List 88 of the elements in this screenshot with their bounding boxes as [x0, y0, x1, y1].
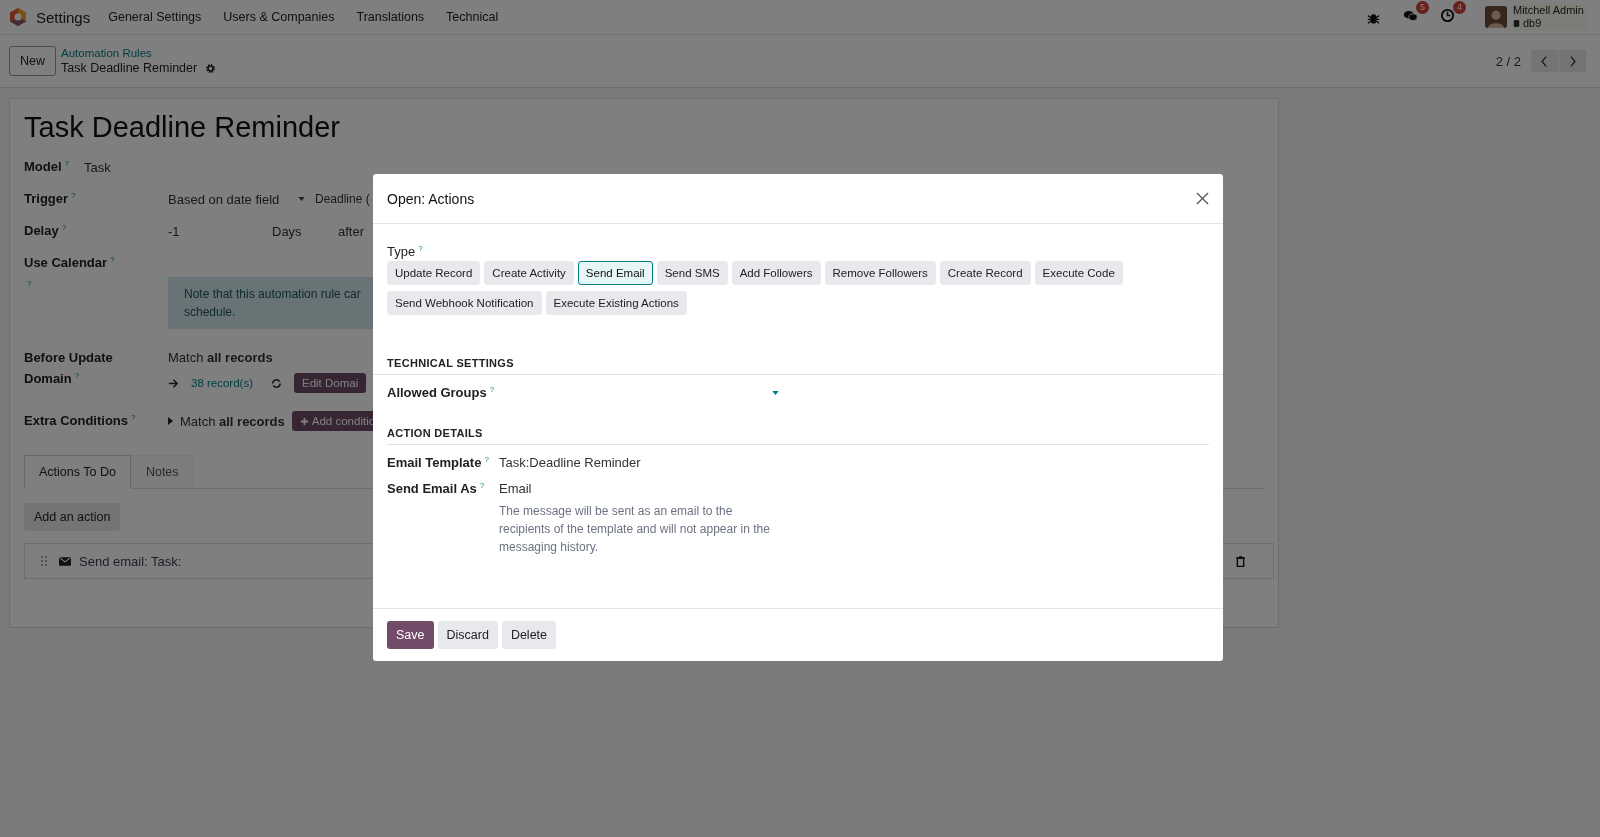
field-label: Before Update: [24, 349, 114, 367]
caret-right-icon[interactable]: [168, 417, 173, 425]
help-mark[interactable]: ?: [71, 191, 76, 201]
drag-handle-icon[interactable]: [41, 556, 47, 566]
record-count-link[interactable]: 38 record(s): [191, 377, 253, 389]
action-type-option[interactable]: Send Email: [577, 261, 653, 286]
field-value: Task: [84, 159, 111, 175]
close-icon[interactable]: [1196, 192, 1209, 205]
nav-menu-item[interactable]: Technical: [446, 10, 499, 24]
new-button[interactable]: New: [9, 46, 56, 76]
action-type-option[interactable]: Add Followers: [731, 261, 821, 286]
secondary-button[interactable]: Delete: [501, 621, 556, 649]
help-mark[interactable]: ?: [479, 480, 485, 490]
date-field-select[interactable]: Deadline (: [315, 192, 370, 206]
action-label: Send email: Task:: [79, 553, 182, 569]
action-type-option[interactable]: Update Record: [387, 261, 481, 286]
database-name: db9: [1523, 17, 1542, 30]
breadcrumb-link[interactable]: Automation Rules: [61, 47, 217, 59]
nav-menu-item[interactable]: Users & Companies: [223, 10, 335, 24]
domain-summary: Match all records: [168, 349, 274, 367]
nav-menu-item[interactable]: General Settings: [108, 10, 202, 24]
conditions-summary: Match all records: [180, 413, 285, 429]
help-mark[interactable]: ?: [61, 223, 67, 233]
record-title[interactable]: Task Deadline Reminder: [24, 111, 340, 144]
chevron-right-icon: [1568, 54, 1577, 68]
database-icon: [1513, 19, 1520, 28]
alert-text: schedule.: [184, 304, 236, 321]
tab[interactable]: Notes: [130, 455, 194, 489]
help-mark[interactable]: ?: [418, 244, 423, 253]
record-name: Task Deadline Reminder: [61, 61, 198, 75]
field-label: Use Calendar: [24, 255, 108, 271]
trash-icon[interactable]: [1236, 555, 1245, 567]
envelope-icon: [59, 556, 71, 566]
user-name[interactable]: Mitchell Admin: [1513, 4, 1588, 17]
field-label: Extra Conditions: [24, 413, 128, 429]
action-type-option[interactable]: Remove Followers: [824, 261, 936, 286]
pager-counter[interactable]: 2 / 2: [1495, 53, 1521, 69]
help-mark[interactable]: ?: [74, 371, 80, 380]
dialog-title: Open: Actions: [387, 190, 475, 207]
action-type-option[interactable]: Execute Code: [1034, 261, 1123, 286]
action-type-option[interactable]: Send Webhook Notification: [387, 291, 542, 316]
plus-icon: [299, 416, 309, 426]
refresh-icon[interactable]: [271, 377, 282, 389]
field-description: The message will be sent as an email to the recipients of the template and will not appear in the messaging history.: [499, 502, 771, 556]
delay-when-select[interactable]: after: [338, 223, 364, 239]
notification-badge: 4: [1453, 1, 1466, 14]
chevron-left-icon: [1540, 54, 1549, 68]
email-template-value[interactable]: Task:Deadline Reminder: [499, 455, 641, 471]
edit-domain-button[interactable]: Edit Domai: [294, 373, 367, 393]
action-type-option[interactable]: Send SMS: [656, 261, 728, 286]
field-label: Domain: [24, 371, 72, 387]
notification-badge: 5: [1416, 1, 1429, 14]
nav-menu-item[interactable]: Translations: [356, 10, 425, 24]
action-type-option[interactable]: Create Activity: [484, 261, 574, 286]
app-name[interactable]: Settings: [36, 8, 91, 26]
settings-icon[interactable]: [205, 62, 217, 74]
action-type-option[interactable]: Create Record: [939, 261, 1031, 286]
section-heading: ACTION DETAILS: [387, 427, 1209, 446]
caret-icon: [298, 197, 305, 201]
tab[interactable]: Actions To Do: [24, 455, 131, 489]
clock-icon[interactable]: [1440, 8, 1455, 23]
action-type-option[interactable]: Execute Existing Actions: [545, 291, 687, 316]
help-mark[interactable]: ?: [110, 255, 115, 265]
field-label: Email Template: [387, 455, 482, 471]
help-mark[interactable]: ?: [64, 159, 69, 169]
field-label: Model: [24, 159, 62, 175]
trigger-select[interactable]: Based on date field: [168, 191, 298, 207]
chat-icon[interactable]: [1403, 8, 1418, 23]
section-heading: TECHNICAL SETTINGS: [373, 357, 1223, 376]
field-label: Allowed Groups: [387, 385, 487, 401]
secondary-button[interactable]: Discard: [437, 621, 498, 649]
send-as-value[interactable]: Email: [499, 480, 779, 496]
caret-icon: [772, 391, 779, 396]
help-mark[interactable]: ?: [489, 385, 495, 395]
alert-text: Note that this automation rule car: [184, 286, 361, 303]
arrow-right-icon: [168, 377, 179, 389]
field-label: Send Email As: [387, 481, 477, 496]
save-button[interactable]: Save: [387, 621, 434, 649]
field-label: Trigger: [24, 191, 69, 207]
field-label: Type: [387, 244, 416, 260]
delay-unit-select[interactable]: Days: [272, 223, 338, 239]
help-mark[interactable]: ?: [27, 279, 32, 288]
delay-input[interactable]: -1: [168, 223, 272, 239]
app-logo-icon[interactable]: [8, 7, 28, 27]
help-mark[interactable]: ?: [131, 413, 136, 423]
add-action-button[interactable]: Add an action: [24, 503, 121, 531]
help-mark[interactable]: ?: [484, 455, 489, 465]
field-label: Delay: [24, 223, 59, 239]
